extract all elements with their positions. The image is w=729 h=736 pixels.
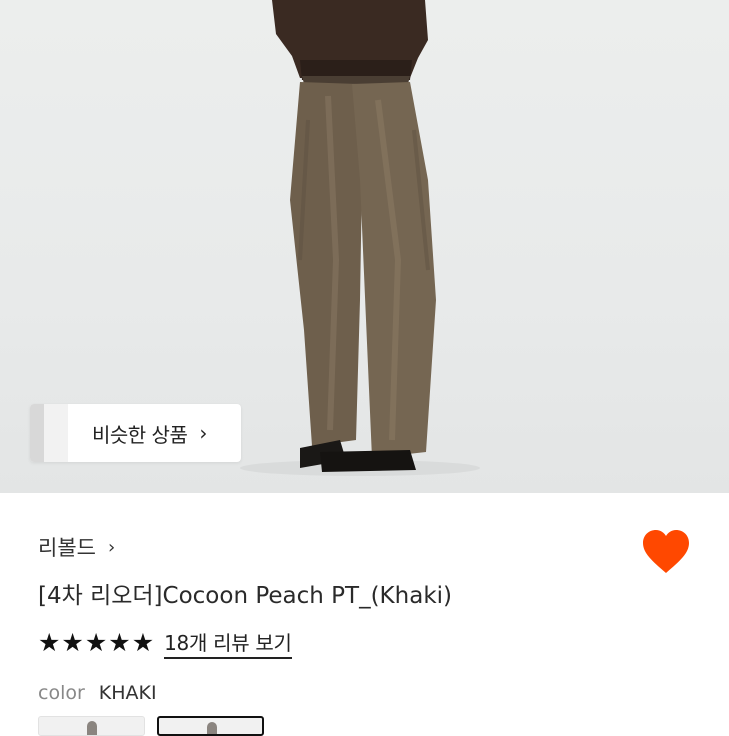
- chevron-right-icon: ›: [199, 421, 208, 445]
- color-option-thumbnail[interactable]: [38, 716, 145, 736]
- star-icon: ★: [61, 628, 84, 657]
- color-label: color: [38, 682, 85, 704]
- color-value: KHAKI: [98, 682, 157, 704]
- heart-icon: [643, 530, 689, 573]
- similar-products-label: 비슷한 상품: [92, 422, 188, 447]
- color-row: color KHAKI: [38, 682, 157, 704]
- view-reviews-link[interactable]: 18개 리뷰 보기: [164, 627, 292, 659]
- color-option-thumbnail-selected[interactable]: [157, 716, 264, 736]
- star-icon: ★: [84, 628, 108, 657]
- option-image: [207, 722, 217, 734]
- rating-stars: ★ ★ ★ ★ ★: [38, 629, 154, 657]
- product-title: [4차 리오더]Cocoon Peach PT_(Khaki): [38, 583, 452, 609]
- star-icon: ★: [131, 628, 155, 657]
- similar-products-button[interactable]: 비슷한 상품 ›: [30, 404, 241, 462]
- brand-name: 리볼드: [38, 536, 96, 560]
- wishlist-button[interactable]: [642, 529, 690, 575]
- chevron-right-icon: ›: [107, 536, 116, 558]
- star-icon: ★: [38, 628, 61, 657]
- similar-product-thumbnail: [30, 404, 68, 462]
- brand-link[interactable]: 리볼드 ›: [38, 532, 115, 562]
- star-icon: ★: [108, 628, 131, 657]
- rating-row: ★ ★ ★ ★ ★ 18개 리뷰 보기: [38, 627, 292, 659]
